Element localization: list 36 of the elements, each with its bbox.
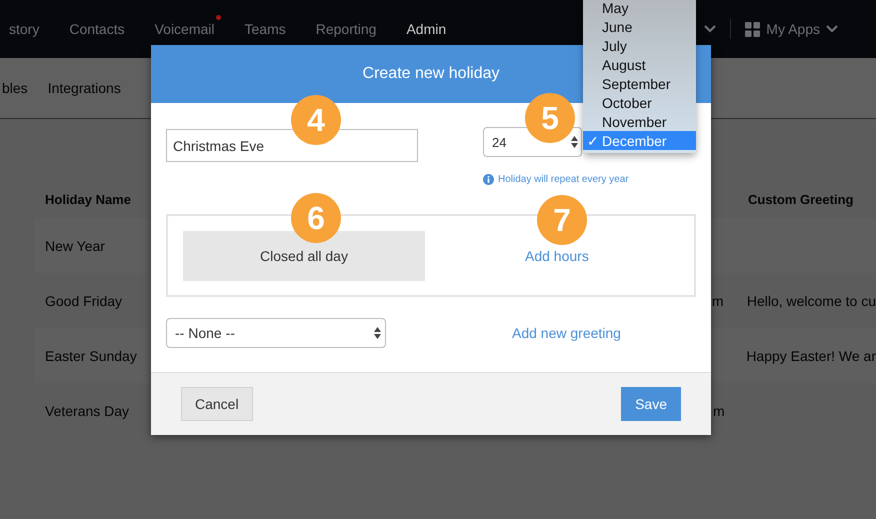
closed-all-day-button[interactable]: Closed all day [183,230,425,280]
cancel-button[interactable]: Cancel [181,387,253,421]
chevron-down-icon [826,25,838,33]
month-option[interactable]: July [583,36,696,55]
table-cell: New Year [45,238,105,254]
hint-text: Holiday will repeat every year [498,174,629,185]
nav-tab[interactable]: Teams [230,13,301,45]
nav-tab[interactable]: Contacts [54,13,140,45]
column-header: Holiday Name [45,192,131,206]
table-cell: m [713,402,725,418]
month-option[interactable]: ✓ December [583,131,696,150]
my-apps-menu[interactable]: My Apps [745,21,838,37]
nav-tab[interactable]: Reporting [300,13,392,45]
dialog-title: Create new holiday [362,65,500,83]
column-header: Custom Greeting [748,192,854,206]
table-cell: m [712,292,724,308]
stepper-arrows-icon [374,327,381,339]
table-cell: Easter Sunday [45,348,137,364]
month-option[interactable]: November [583,112,696,131]
grid-icon [745,22,760,36]
month-option[interactable]: May [583,0,696,17]
table-cell: Happy Easter! We ar [746,348,876,364]
month-option[interactable]: September [583,74,696,93]
info-icon [483,174,494,185]
month-option[interactable]: August [583,55,696,74]
month-option[interactable]: October [583,93,696,112]
greeting-select[interactable]: -- None -- [166,318,386,348]
nav-tab[interactable]: Admin [391,13,462,45]
table-cell: Veterans Day [45,402,130,418]
table-cell: Hello, welcome to cu [746,292,876,308]
table-cell: Good Friday [45,292,122,308]
nav-tab[interactable]: Voicemail [140,13,230,45]
month-option[interactable]: June [583,17,696,36]
stepper-arrows-icon [571,136,578,148]
chevron-down-icon[interactable] [704,25,716,33]
nav-tab[interactable]: story [0,13,54,45]
